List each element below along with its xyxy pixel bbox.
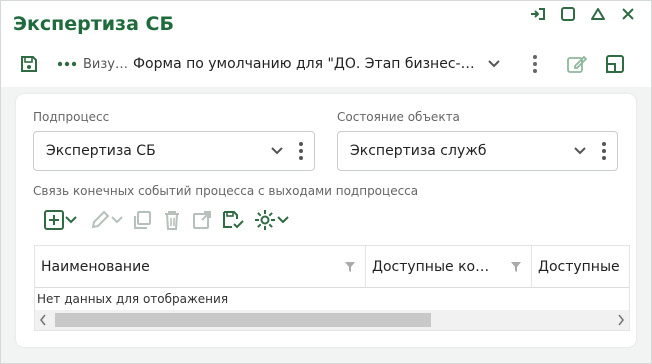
scroll-right-icon[interactable] xyxy=(617,314,625,330)
chevron-down-icon xyxy=(487,59,501,69)
settings-button[interactable] xyxy=(253,208,289,232)
column-header-label: Доступные xyxy=(538,259,620,275)
save-changes-button[interactable] xyxy=(221,209,245,231)
add-button[interactable] xyxy=(43,209,77,231)
chevron-down-icon xyxy=(111,216,123,224)
external-link-icon xyxy=(193,211,211,229)
object-state-select[interactable]: Экспертиза служб xyxy=(337,131,618,171)
add-icon xyxy=(44,210,64,230)
form-selector-label: Форма по умолчанию для "ДО. Этап бизнес-… xyxy=(133,56,475,72)
grid-toolbar xyxy=(43,208,289,232)
form-selector[interactable]: Форма по умолчанию для "ДО. Этап бизнес-… xyxy=(133,56,511,72)
collapse-icon[interactable] xyxy=(587,5,609,23)
delete-button[interactable] xyxy=(161,209,183,231)
subprocess-label: Подпроцесс xyxy=(33,110,110,124)
dialog-window: Экспертиза СБ Визу… Форма по умолчанию д… xyxy=(0,0,652,364)
kebab-menu-icon[interactable] xyxy=(288,141,314,161)
kebab-menu-icon[interactable] xyxy=(521,50,549,78)
maximize-icon[interactable] xyxy=(557,5,579,23)
layout-icon[interactable] xyxy=(601,50,629,78)
column-header-available-2[interactable]: Доступные xyxy=(532,246,629,288)
scrollbar-thumb[interactable] xyxy=(55,313,431,327)
copy-icon xyxy=(134,211,151,229)
scroll-left-icon[interactable] xyxy=(39,314,47,330)
title-bar: Экспертиза СБ Визу… Форма по умолчанию д… xyxy=(1,1,651,87)
more-icon[interactable] xyxy=(53,50,81,78)
form-content: Подпроцесс Экспертиза СБ Состояние объек… xyxy=(16,94,636,347)
chevron-down-icon xyxy=(65,216,77,224)
copy-button[interactable] xyxy=(131,209,153,231)
horizontal-scrollbar[interactable] xyxy=(35,310,629,330)
chevron-down-icon xyxy=(277,216,289,224)
data-grid: Наименование Доступные ко… Доступные Нет… xyxy=(34,245,630,331)
gear-icon xyxy=(255,210,275,230)
subprocess-value: Экспертиза СБ xyxy=(46,143,156,159)
visualization-label[interactable]: Визу… xyxy=(83,57,133,72)
subprocess-select[interactable]: Экспертиза СБ xyxy=(33,131,315,171)
pencil-icon xyxy=(91,210,110,229)
chevron-down-icon xyxy=(266,146,288,156)
column-header-name[interactable]: Наименование xyxy=(35,246,366,288)
section-title: Связь конечных событий процесса с выхода… xyxy=(33,184,419,198)
save-icon[interactable] xyxy=(15,50,43,78)
column-header-label: Наименование xyxy=(41,259,150,275)
close-icon[interactable] xyxy=(617,5,639,23)
empty-message: Нет данных для отображения xyxy=(37,292,229,306)
save-check-icon xyxy=(223,211,244,229)
trash-icon xyxy=(165,211,179,230)
open-button[interactable] xyxy=(191,209,213,231)
edit-form-icon[interactable] xyxy=(563,50,591,78)
window-controls xyxy=(527,5,639,23)
edit-button[interactable] xyxy=(89,209,123,231)
filter-icon[interactable] xyxy=(507,261,525,273)
pin-icon[interactable] xyxy=(527,5,549,23)
filter-icon[interactable] xyxy=(341,261,359,273)
object-state-value: Экспертиза служб xyxy=(350,143,487,159)
chevron-down-icon xyxy=(569,146,591,156)
window-title: Экспертиза СБ xyxy=(13,13,174,35)
column-header-label: Доступные ко… xyxy=(372,259,490,275)
form-toolbar: Визу… Форма по умолчанию для "ДО. Этап б… xyxy=(1,49,651,79)
grid-header: Наименование Доступные ко… Доступные xyxy=(35,246,629,288)
object-state-label: Состояние объекта xyxy=(337,110,460,124)
kebab-menu-icon[interactable] xyxy=(591,141,617,161)
column-header-available-1[interactable]: Доступные ко… xyxy=(366,246,532,288)
